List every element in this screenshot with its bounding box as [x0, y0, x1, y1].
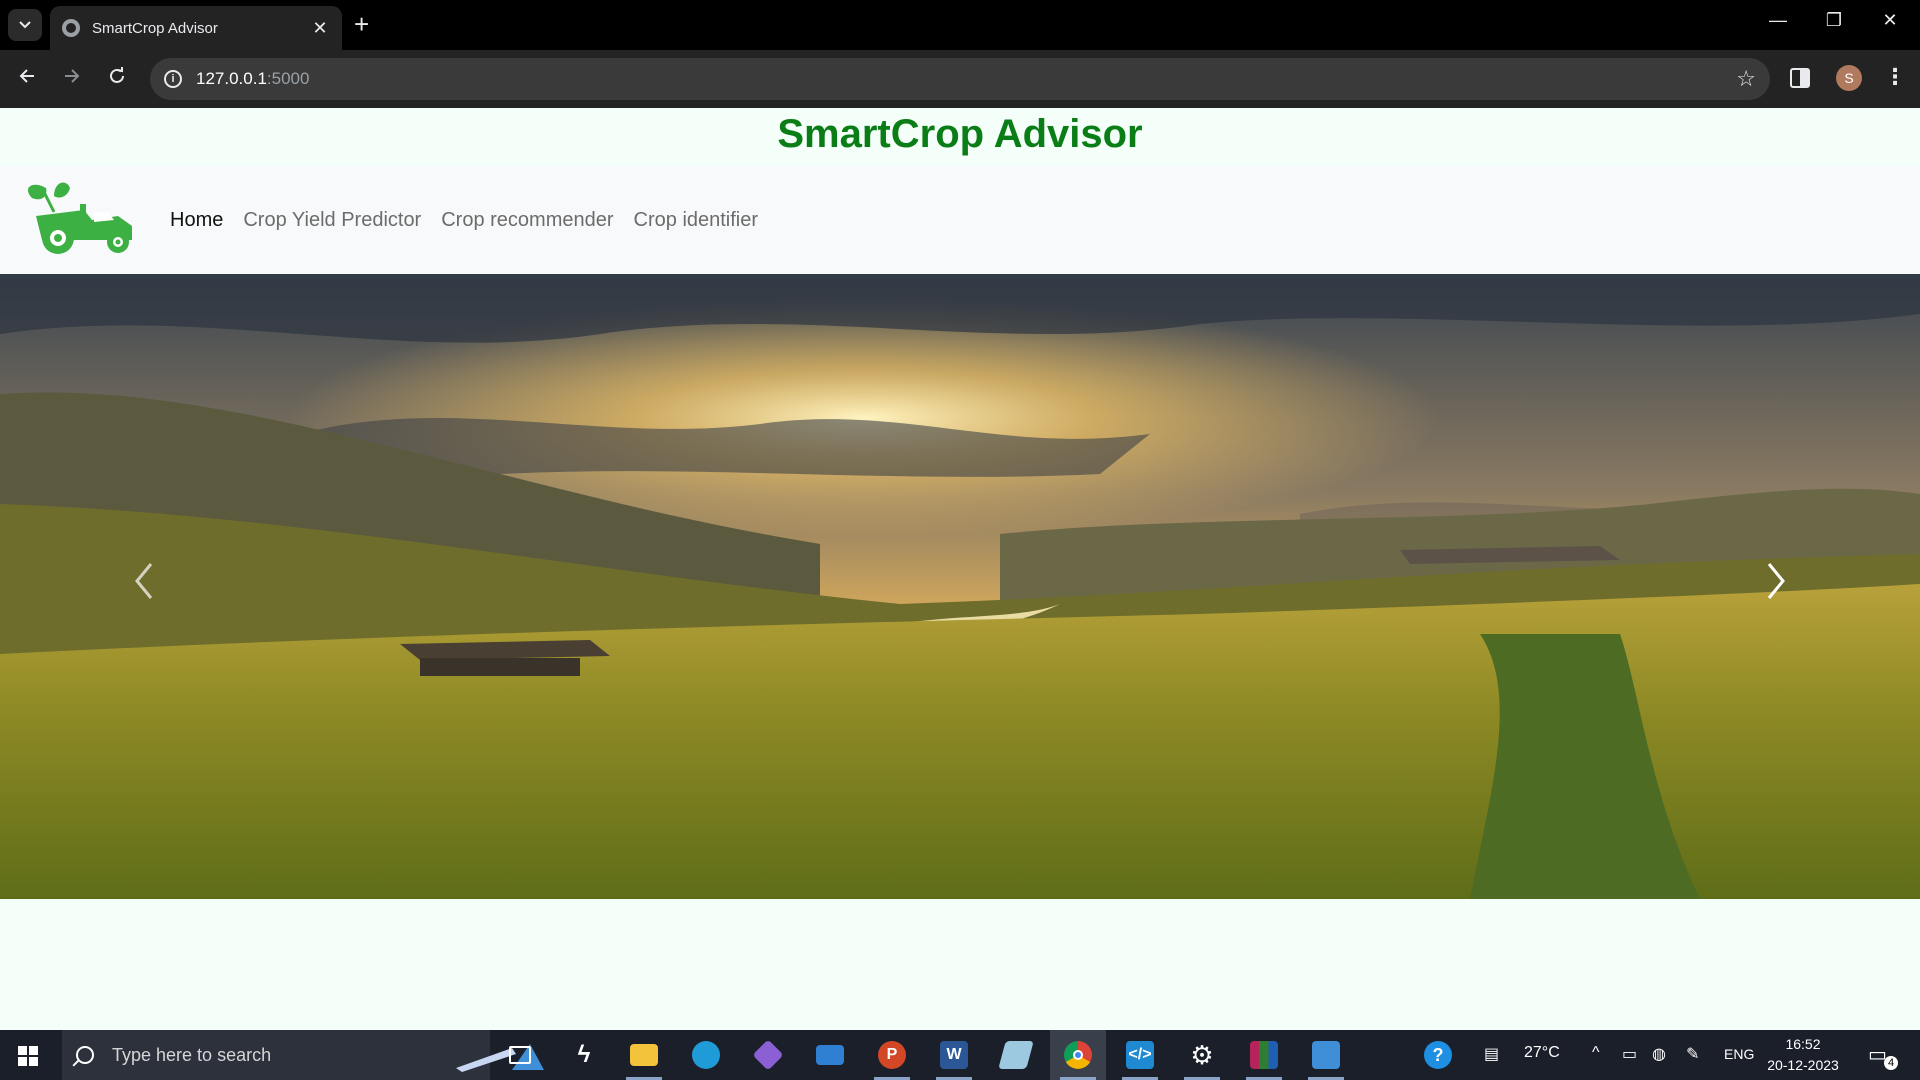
page-title: SmartCrop Advisor [777, 112, 1143, 156]
forward-button[interactable] [57, 64, 87, 94]
notification-count-badge: 4 [1884, 1056, 1898, 1070]
help-icon[interactable]: ? [1410, 1030, 1466, 1080]
git-icon[interactable] [740, 1030, 796, 1080]
chrome-icon[interactable] [1050, 1030, 1106, 1080]
language-indicator[interactable]: ENG [1724, 1046, 1754, 1062]
close-window-button[interactable]: ✕ [1870, 10, 1910, 31]
app-s-icon[interactable]: ϟ [556, 1030, 612, 1080]
winrar-icon[interactable] [1236, 1030, 1292, 1080]
network-globe-icon[interactable]: ◍ [1652, 1044, 1666, 1064]
pen-icon[interactable]: ✎ [1686, 1044, 1699, 1064]
browser-tab[interactable]: SmartCrop Advisor ✕ [50, 6, 342, 50]
nav-home[interactable]: Home [170, 209, 223, 232]
chevron-up-icon[interactable]: ^ [1592, 1044, 1600, 1062]
minimize-button[interactable]: — [1758, 10, 1798, 31]
tab-title: SmartCrop Advisor [92, 19, 218, 37]
tab-search-button[interactable] [8, 9, 42, 41]
url-host: 127.0.0.1 [196, 69, 267, 88]
profile-avatar[interactable]: S [1836, 65, 1862, 91]
word-icon[interactable]: W [926, 1030, 982, 1080]
file-explorer-icon[interactable] [616, 1030, 672, 1080]
close-tab-icon[interactable]: ✕ [310, 18, 330, 39]
clock-date: 20-12-2023 [1767, 1057, 1839, 1073]
nav-crop-yield-predictor[interactable]: Crop Yield Predictor [243, 209, 421, 232]
browser-toolbar: i 127.0.0.1:5000 ☆ S ⋮ [0, 50, 1920, 108]
site-info-icon[interactable]: i [164, 70, 182, 88]
rice-terrace-sunset-image [0, 274, 1920, 899]
task-view-icon[interactable] [492, 1030, 548, 1080]
windows-start-icon[interactable] [18, 1046, 38, 1066]
weather-icon[interactable]: ▤ [1484, 1044, 1499, 1064]
globe-icon [62, 19, 80, 37]
back-button[interactable] [12, 64, 42, 94]
tractor-logo[interactable] [18, 178, 142, 258]
reload-button[interactable] [102, 64, 132, 94]
arrow-left-icon [19, 69, 34, 83]
browser-tab-strip: SmartCrop Advisor ✕ + — ❐ ✕ [0, 0, 1920, 50]
taskbar-search[interactable]: Type here to search [62, 1030, 544, 1080]
clock-time: 16:52 [1785, 1036, 1821, 1052]
settings-gear-icon[interactable]: ⚙ [1174, 1030, 1230, 1080]
taskbar-clock[interactable]: 16:52 20-12-2023 [1760, 1034, 1846, 1076]
url-port: :5000 [266, 69, 310, 88]
powerpoint-icon[interactable]: P [864, 1030, 920, 1080]
side-panel-icon[interactable] [1790, 68, 1810, 88]
nav-links: Home Crop Yield Predictor Crop recommend… [170, 166, 778, 274]
address-bar[interactable]: i 127.0.0.1:5000 ☆ [150, 58, 1770, 100]
arrow-right-icon [65, 69, 80, 83]
weather-temp[interactable]: 27°C [1524, 1044, 1560, 1062]
carousel-next-icon[interactable] [1755, 556, 1795, 606]
nav-crop-identifier[interactable]: Crop identifier [634, 209, 759, 232]
restore-button[interactable]: ❐ [1814, 10, 1854, 31]
nav-crop-recommender[interactable]: Crop recommender [441, 209, 613, 232]
reload-icon [110, 67, 124, 83]
bookmark-star-icon[interactable]: ☆ [1736, 66, 1756, 92]
battery-icon[interactable]: ▭ [1622, 1044, 1637, 1064]
edge-icon[interactable] [678, 1030, 734, 1080]
new-tab-button[interactable]: + [354, 11, 369, 37]
hero-carousel [0, 274, 1920, 899]
notepad-icon[interactable] [988, 1030, 1044, 1080]
photos-icon[interactable] [1298, 1030, 1354, 1080]
kebab-menu-icon[interactable]: ⋮ [1884, 64, 1906, 90]
windows-taskbar: Type here to search ϟ P W </> ⚙ ? ▤ 27°C… [0, 1030, 1920, 1080]
chevron-down-icon [19, 21, 31, 29]
search-icon [76, 1046, 94, 1064]
mail-icon[interactable] [802, 1030, 858, 1080]
search-placeholder: Type here to search [112, 1044, 272, 1065]
vscode-icon[interactable]: </> [1112, 1030, 1168, 1080]
carousel-prev-icon[interactable] [125, 556, 165, 606]
web-page: SmartCrop Advisor Home Crop Yield Predic… [0, 108, 1920, 1030]
site-navbar: Home Crop Yield Predictor Crop recommend… [0, 166, 1920, 274]
